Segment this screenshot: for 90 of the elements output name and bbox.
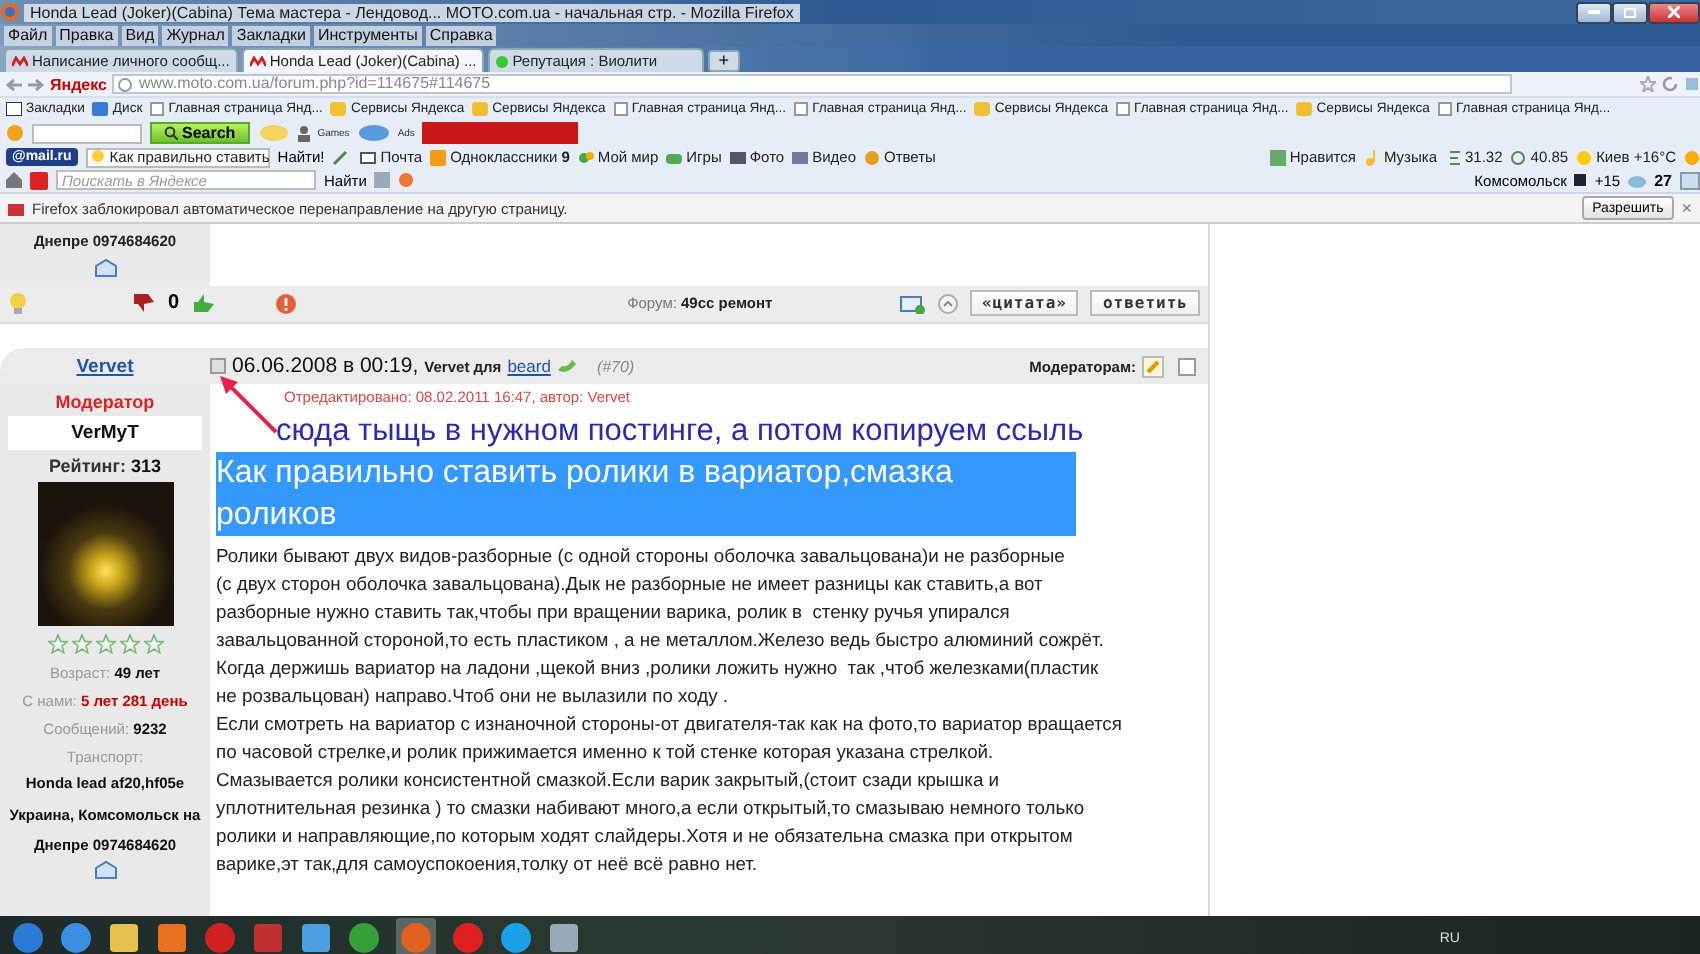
- thumb-square-icon: [1269, 149, 1286, 165]
- thumbs-down-icon[interactable]: [132, 292, 156, 314]
- count-label: 27: [1654, 171, 1672, 189]
- browser-logo-icon: [0, 2, 20, 22]
- square-icon: [1574, 174, 1587, 186]
- menu-item[interactable]: Справка: [425, 25, 497, 45]
- post-title: Как правильно ставить ролики в вариатор,смазка роликов: [216, 452, 1076, 536]
- menu-item[interactable]: Правка: [55, 25, 118, 45]
- user-nickname: VerMyT: [8, 416, 202, 450]
- reload-icon[interactable]: [1662, 76, 1678, 92]
- menu-item[interactable]: Вид: [121, 25, 159, 45]
- dropdown-icon[interactable]: [1680, 171, 1700, 189]
- quote-button[interactable]: «цитата»: [969, 290, 1079, 316]
- maximize-button[interactable]: [1612, 1, 1648, 23]
- minimize-icon: [1588, 10, 1600, 14]
- star-icon: [47, 634, 67, 654]
- page-icon: [794, 102, 809, 116]
- toolbar-search-field[interactable]: [32, 123, 142, 143]
- people-icon: [577, 149, 594, 165]
- avatar-picture: [37, 482, 173, 626]
- lightbulb-icon[interactable]: [8, 292, 28, 314]
- up-circle-icon[interactable]: [937, 293, 958, 313]
- start-orb-icon[interactable]: [12, 922, 44, 954]
- user-icon: [297, 125, 310, 141]
- page-icon: [1116, 102, 1131, 116]
- ball-icon[interactable]: [398, 172, 415, 188]
- post-number: (#70): [596, 357, 635, 375]
- back-arrow-icon[interactable]: [6, 77, 22, 91]
- app-tile-icon: [430, 149, 447, 165]
- maximize-icon: [1624, 7, 1636, 17]
- star-icon: [143, 634, 163, 654]
- recipient-link[interactable]: beard: [507, 356, 551, 376]
- moderator-checkbox[interactable]: [1178, 357, 1196, 375]
- speech-bubble-icon: [864, 149, 881, 165]
- page-icon: [150, 102, 165, 116]
- close-notification-button[interactable]: ×: [1681, 198, 1692, 218]
- close-icon: [1668, 6, 1680, 18]
- search-engine-selector[interactable]: Яндекс: [50, 75, 107, 93]
- blocked-icon: [8, 200, 24, 216]
- moto-favicon-icon: [12, 55, 28, 67]
- post-link-icon[interactable]: [210, 358, 226, 374]
- toolbar-logo-icon[interactable]: [6, 124, 24, 142]
- search-button[interactable]: Search: [150, 122, 250, 144]
- new-tab-button[interactable]: +: [708, 50, 740, 72]
- euro-icon: [1510, 149, 1527, 165]
- annotation-text: сюда тыщь в нужном постинге, а потом копируем ссыль: [276, 412, 1086, 450]
- tools-icon[interactable]: [332, 149, 353, 165]
- grid-icon[interactable]: [374, 172, 391, 188]
- page-icon: [1437, 102, 1452, 116]
- badge-icon[interactable]: [357, 124, 390, 142]
- search-icon: [164, 126, 178, 140]
- user-rating: Рейтинг: 313: [49, 456, 161, 476]
- globe-icon: [118, 77, 133, 91]
- menu-item[interactable]: Файл: [4, 25, 52, 45]
- thumbs-up-icon[interactable]: [191, 292, 216, 314]
- smiley-icon[interactable]: [1684, 149, 1700, 165]
- phone-icon[interactable]: [556, 358, 579, 374]
- bookmark-icon[interactable]: [1684, 76, 1700, 92]
- post-date: 06.06.2008 в 00:19,: [232, 354, 419, 378]
- star-icon[interactable]: [1640, 76, 1656, 92]
- star-icon: [71, 634, 91, 654]
- user-role: Модератор: [55, 392, 155, 412]
- address-field[interactable]: www.moto.com.ua/forum.php?id=114675#114675: [112, 74, 1513, 94]
- reply-button[interactable]: ответить: [1090, 290, 1200, 316]
- pointer-arrow: [216, 372, 280, 436]
- star-icon: [95, 634, 115, 654]
- page-icon: [613, 102, 628, 116]
- gamepad-icon: [666, 149, 683, 165]
- moto-favicon-icon: [249, 55, 266, 67]
- photo-icon: [729, 149, 746, 165]
- menu-item[interactable]: Инструменты: [314, 25, 422, 45]
- film-icon: [792, 149, 809, 165]
- author-link[interactable]: Vervet: [76, 355, 134, 377]
- home-icon[interactable]: [6, 172, 22, 188]
- music-note-icon: [1363, 149, 1380, 165]
- window-title: Honda Lead (Joker)(Cabina) Тема мастера - Лендовод... MOTO.com.ua - начальная стр. - Mozilla Firefox: [24, 3, 800, 21]
- edit-icon[interactable]: [1142, 355, 1164, 377]
- cloud-icon: [1628, 173, 1647, 187]
- status-dot-icon: [496, 55, 509, 67]
- post-body: Ролики бывают двух видов-разборные (с одной стороны оболочка завальцована)и не разборные (с двух сторон оболочка завальцована).Дык не разборные не имеет разницы как ставить,а вот разборные нужно ставить так,чтобы при вращении варика, ролик в стенку ручья упирался завальцованной стороной,то есть пластиком , а не металлом.Железо ведь быстро алюминий сожрёт. Когда держишь вариатор на ладони ,щекой вниз ,ролики ложить нужно так ,чтоб железками(пластик не розвальцован) направо.Чтоб они не вылазили по ходу . Если смотреть на вариатор с изнаночной стороны-от двигателя-так как на фото,то вариатор вращается по часовой стрелке,и ролик прижимается именно к той стенке которая указана стрелкой. Смазывается ролики консистентной смазкой.Если варик закрытый,(стоит сзади крышка и уплотнительная резинка ) то смазки набивают много,а если открытый,то смазываю немного только ролики и направляющие,по которым ходят слайдеры.Хотя и не обязательна смазка при открытом варике,эт так,для самоуспокоения,толку от неё всё равно нет.: [216, 542, 1124, 878]
- mail-plus-icon[interactable]: [899, 293, 926, 313]
- warning-icon[interactable]: [275, 293, 296, 313]
- menu-item[interactable]: Журнал: [162, 25, 229, 45]
- forward-arrow-icon[interactable]: [28, 77, 44, 91]
- star-icon: [119, 634, 139, 654]
- menu-item[interactable]: Закладки: [232, 25, 311, 45]
- minimize-button[interactable]: [1576, 1, 1612, 23]
- key-icon: [91, 150, 106, 164]
- close-button[interactable]: [1648, 1, 1700, 23]
- vote-count: 0: [168, 292, 180, 314]
